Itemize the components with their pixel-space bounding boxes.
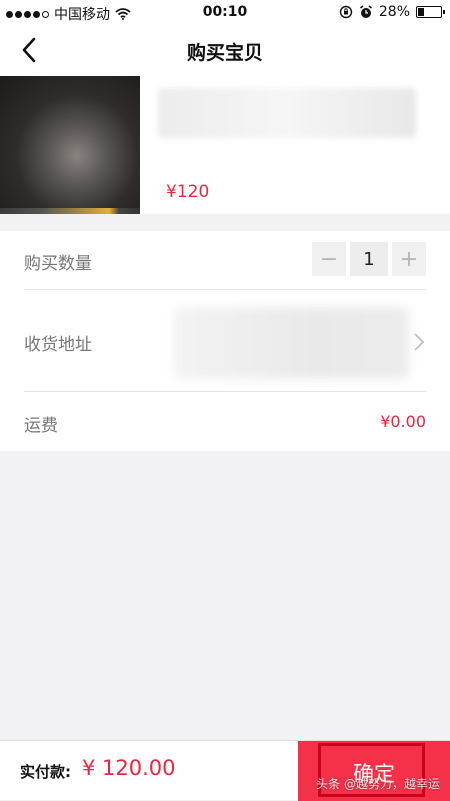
product-price: ¥120 [166, 182, 210, 202]
status-bar-right: 28% [339, 4, 445, 20]
checkout-bar: 实付款: ¥ 120.00 确定 头条 @越努力，越幸运 [0, 740, 450, 801]
battery-percent: 28% [378, 4, 410, 20]
orientation-lock-icon [339, 5, 353, 19]
product-image [0, 76, 140, 214]
quantity-row: 购买数量 − 1 + [24, 231, 426, 290]
chevron-left-icon[interactable] [14, 34, 46, 66]
nav-bar: 购买宝贝 [0, 24, 450, 76]
battery-level [418, 8, 424, 16]
shipping-fee: ¥0.00 [380, 412, 426, 431]
product-card: ¥120 [0, 76, 450, 214]
status-bar: 中国移动 00:10 28% [0, 0, 450, 24]
product-title-redacted [158, 88, 416, 138]
address-label: 收货地址 [24, 335, 92, 355]
quantity-label: 购买数量 [24, 254, 92, 274]
watermark: 头条 @越努力，越幸运 [316, 777, 440, 791]
payment-amount: ¥ 120.00 [82, 756, 176, 780]
confirm-button[interactable]: 确定 头条 @越努力，越幸运 [298, 741, 450, 801]
quantity-stepper: − 1 + [312, 242, 426, 276]
quantity-value[interactable]: 1 [350, 242, 388, 276]
decrement-button[interactable]: − [312, 242, 346, 276]
battery-icon [416, 6, 445, 18]
alarm-icon [359, 5, 372, 18]
shipping-label: 运费 [24, 416, 58, 436]
address-row[interactable]: 收货地址 [24, 290, 426, 392]
chevron-right-icon [414, 333, 425, 351]
page-title: 购买宝贝 [186, 42, 263, 64]
address-redacted [174, 307, 409, 379]
payment-label: 实付款: [20, 763, 71, 781]
order-details: 购买数量 − 1 + 收货地址 运费 ¥0.00 [0, 231, 450, 451]
shipping-row: 运费 ¥0.00 [24, 392, 426, 450]
increment-button[interactable]: + [392, 242, 426, 276]
